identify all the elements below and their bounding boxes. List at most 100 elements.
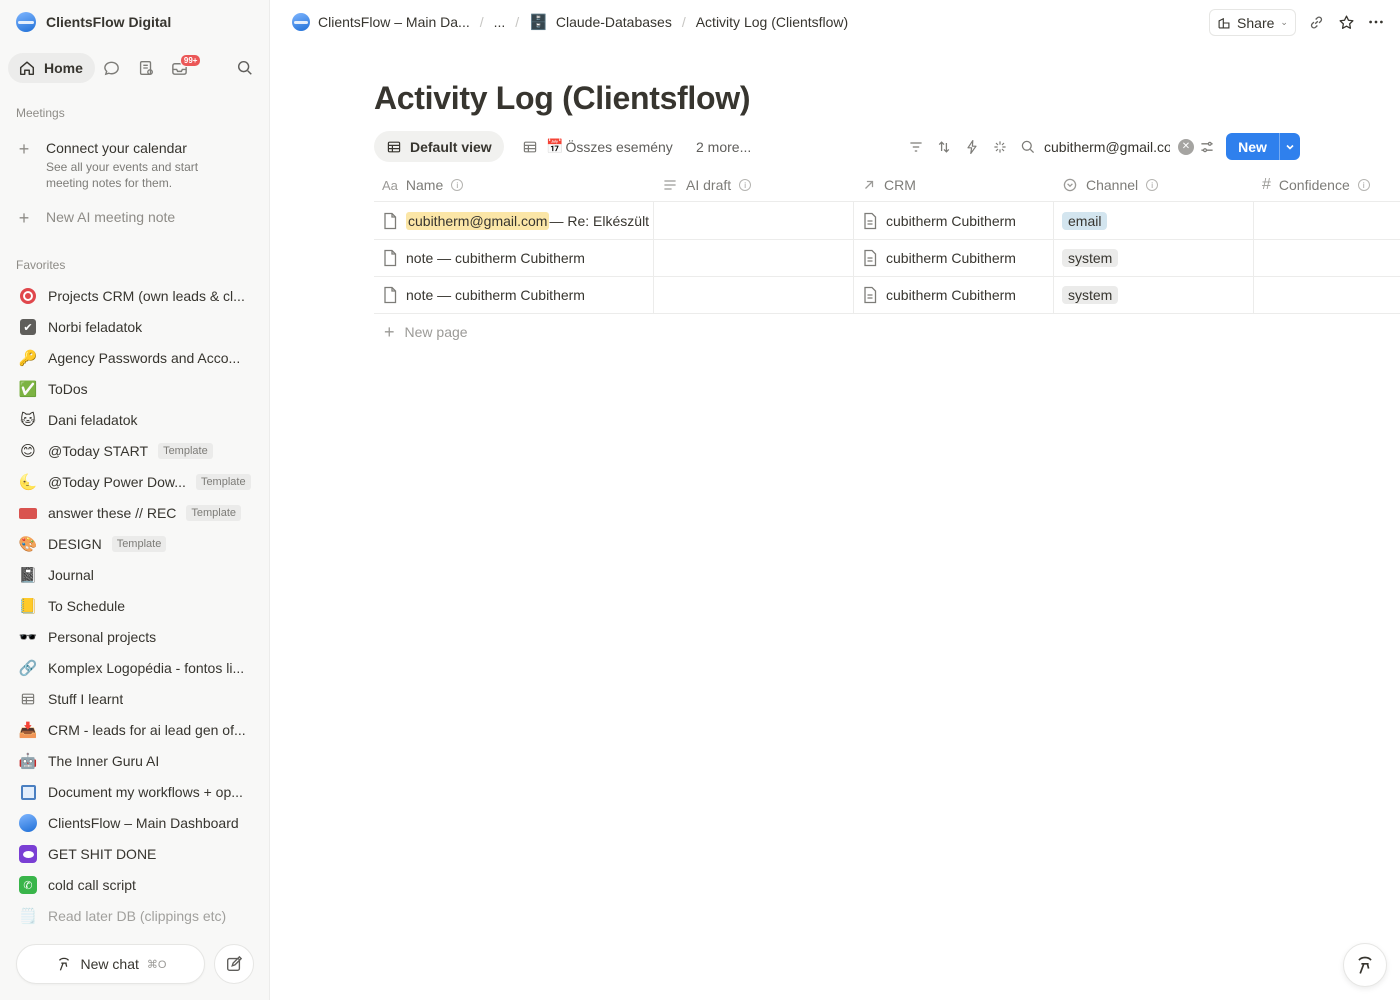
row-title: — Re: Elkészült: [549, 213, 650, 229]
page-icon: [382, 212, 406, 230]
sparkle-icon: [994, 141, 1006, 153]
cell-confidence[interactable]: [1262, 240, 1400, 276]
sidebar-item[interactable]: answer these // REC Template: [8, 498, 262, 528]
new-button-dropdown[interactable]: [1279, 133, 1300, 160]
sidebar-item[interactable]: Stuff I learnt: [8, 684, 262, 714]
breadcrumb-dashboard[interactable]: ClientsFlow – Main Da...: [288, 13, 474, 31]
filter-button[interactable]: [906, 137, 926, 157]
breadcrumb-current-page[interactable]: Activity Log (Clientsflow): [692, 14, 853, 30]
table-row[interactable]: note — cubitherm Cubitherm cubitherm Cubi…: [374, 240, 1400, 277]
crm-relation-link[interactable]: cubitherm Cubitherm: [886, 250, 1016, 266]
table-icon: [18, 689, 38, 709]
more-views-button[interactable]: 2 more...: [684, 131, 763, 162]
column-header-confidence[interactable]: # Confidence i: [1254, 168, 1370, 202]
star-icon: [1338, 14, 1354, 29]
sidebar-item[interactable]: 🗒️ Read later DB (clippings etc): [8, 901, 262, 931]
new-record-button[interactable]: New: [1226, 133, 1300, 160]
sidebar-item[interactable]: Projects CRM (own leads & cl...: [8, 281, 262, 311]
ai-face-icon: [1358, 956, 1372, 974]
sidebar-item[interactable]: 🕶️ Personal projects: [8, 622, 262, 652]
cell-crm[interactable]: cubitherm Cubitherm: [862, 277, 1052, 313]
tab-default-view[interactable]: Default view: [374, 131, 504, 162]
home-button[interactable]: Home: [8, 53, 95, 83]
sidebar-item-label: Komplex Logopédia - fontos li...: [48, 660, 245, 676]
search-button[interactable]: [228, 53, 262, 83]
cell-confidence[interactable]: [1262, 203, 1400, 239]
search-field[interactable]: cubitherm@gmail.com ✕: [1020, 131, 1194, 162]
column-header-ai-draft[interactable]: AI draft i: [654, 168, 752, 202]
cell-channel[interactable]: system: [1062, 277, 1252, 313]
sort-button[interactable]: [934, 137, 954, 157]
compose-button[interactable]: [214, 944, 254, 984]
more-options-button[interactable]: [1364, 10, 1388, 34]
sidebar-item[interactable]: 📒 To Schedule: [8, 591, 262, 621]
view-settings-button[interactable]: [1197, 137, 1217, 157]
tab-osszes-esemeny[interactable]: 📅 Összes esemény: [510, 131, 685, 162]
automations-button[interactable]: [962, 137, 982, 157]
sidebar-item[interactable]: Document my workflows + op...: [8, 777, 262, 807]
crm-relation-link[interactable]: cubitherm Cubitherm: [886, 213, 1016, 229]
sidebar-item[interactable]: GET SHIT DONE: [8, 839, 262, 869]
new-chat-label: New chat: [80, 956, 139, 972]
search-input[interactable]: cubitherm@gmail.com: [1044, 139, 1170, 155]
clear-search-icon[interactable]: ✕: [1178, 138, 1194, 155]
ai-autofill-button[interactable]: [990, 137, 1010, 157]
table-row[interactable]: cubitherm@gmail.com — Re: Elkészült cubit…: [374, 203, 1400, 240]
meetings-section-label: Meetings: [16, 106, 65, 120]
breadcrumb-databases[interactable]: 🗄️ Claude-Databases: [525, 13, 676, 31]
cell-crm[interactable]: cubitherm Cubitherm: [862, 240, 1052, 276]
cell-name[interactable]: note — cubitherm Cubitherm: [382, 240, 654, 276]
breadcrumb-ellipsis[interactable]: ...: [490, 14, 510, 30]
cell-name[interactable]: cubitherm@gmail.com — Re: Elkészült: [382, 203, 654, 239]
sidebar-item[interactable]: ✆ cold call script: [8, 870, 262, 900]
connect-calendar-item[interactable]: + Connect your calendar See all your eve…: [16, 140, 260, 191]
inbox-button[interactable]: 99+: [163, 53, 202, 83]
cell-channel[interactable]: email: [1062, 203, 1252, 239]
cell-crm[interactable]: cubitherm Cubitherm: [862, 203, 1052, 239]
cell-channel[interactable]: system: [1062, 240, 1252, 276]
meeting-notes-button[interactable]: [129, 53, 163, 83]
cell-ai-draft[interactable]: [662, 240, 852, 276]
cell-confidence[interactable]: [1262, 277, 1400, 313]
column-header-name[interactable]: Aa Name i: [374, 168, 464, 202]
sidebar-item[interactable]: 📓 Journal: [8, 560, 262, 590]
sidebar-item[interactable]: 🎨 DESIGN Template: [8, 529, 262, 559]
cell-ai-draft[interactable]: [662, 203, 852, 239]
chat-button[interactable]: [95, 53, 129, 83]
sidebar-item[interactable]: 🐱 Dani feladatok: [8, 405, 262, 435]
share-button[interactable]: Share ⌄: [1209, 9, 1296, 36]
table-icon: [523, 141, 537, 152]
sidebar-item[interactable]: 😊 @Today START Template: [8, 436, 262, 466]
new-chat-button[interactable]: New chat ⌘O: [16, 944, 205, 984]
video-camera-icon: [18, 503, 38, 523]
table-row[interactable]: note — cubitherm Cubitherm cubitherm Cubi…: [374, 277, 1400, 314]
favorite-button[interactable]: [1334, 10, 1358, 34]
notion-ai-button[interactable]: [1343, 943, 1387, 987]
sidebar-item[interactable]: 🔗 Komplex Logopédia - fontos li...: [8, 653, 262, 683]
workspace-name: ClientsFlow Digital: [46, 14, 172, 30]
workspace-switcher[interactable]: ClientsFlow Digital: [16, 11, 171, 33]
checkbox-icon: ✔: [18, 317, 38, 337]
sidebar-item[interactable]: 📥 CRM - leads for ai lead gen of...: [8, 715, 262, 745]
column-header-channel[interactable]: Channel i: [1054, 168, 1159, 202]
target-icon: [18, 286, 38, 306]
new-ai-meeting-note[interactable]: + New AI meeting note: [16, 209, 260, 227]
sidebar-item[interactable]: ClientsFlow – Main Dashboard: [8, 808, 262, 838]
new-page-button[interactable]: + New page: [384, 320, 468, 344]
plus-icon: +: [18, 139, 30, 159]
sidebar-item[interactable]: 🔑 Agency Passwords and Acco...: [8, 343, 262, 373]
cell-ai-draft[interactable]: [662, 277, 852, 313]
share-label: Share: [1237, 14, 1275, 31]
copy-link-button[interactable]: [1304, 10, 1328, 34]
cell-name[interactable]: note — cubitherm Cubitherm: [382, 277, 654, 313]
sidebar-item[interactable]: ✔ Norbi feladatok: [8, 312, 262, 342]
crm-relation-link[interactable]: cubitherm Cubitherm: [886, 287, 1016, 303]
template-badge: Template: [186, 505, 242, 521]
sidebar-item[interactable]: 🌜 @Today Power Dow... Template: [8, 467, 262, 497]
sidebar-item[interactable]: ✅ ToDos: [8, 374, 262, 404]
sidebar-item[interactable]: 🤖 The Inner Guru AI: [8, 746, 262, 776]
template-badge: Template: [195, 474, 251, 490]
sliders-icon: [1201, 141, 1213, 153]
new-page-label: New page: [404, 324, 468, 340]
column-header-crm[interactable]: CRM: [854, 168, 916, 202]
